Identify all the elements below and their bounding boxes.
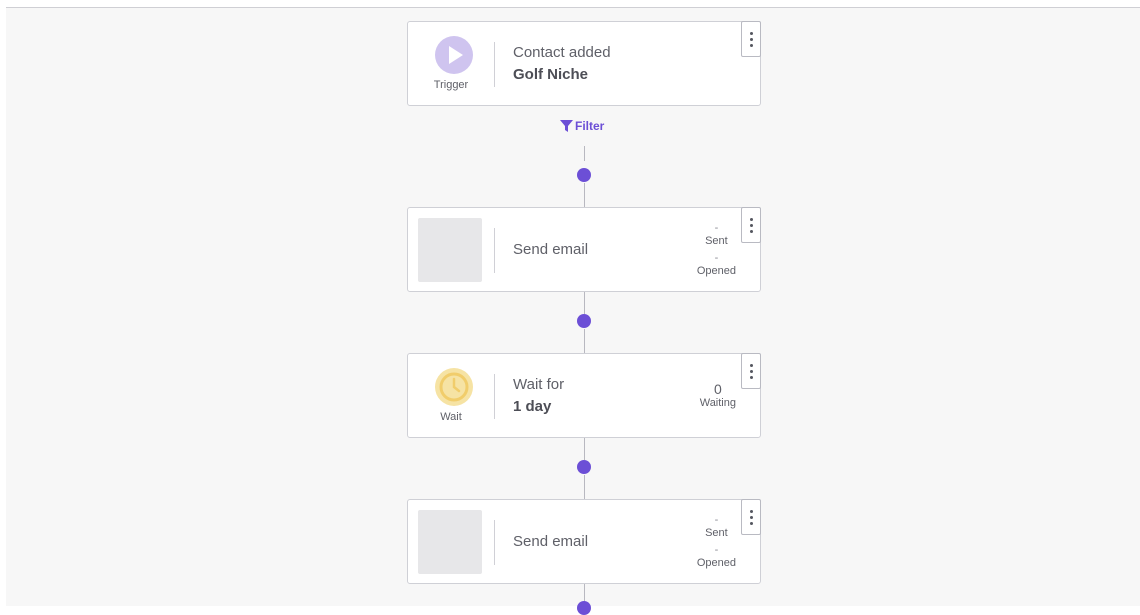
- connector-line: [584, 329, 585, 353]
- add-step-dot[interactable]: [577, 460, 591, 474]
- sent-count: -: [714, 221, 719, 234]
- connector-line: [584, 146, 585, 161]
- step-menu-button[interactable]: [741, 499, 761, 535]
- opened-label: Opened: [696, 556, 736, 569]
- filter-label: Filter: [575, 119, 605, 133]
- kebab-dot: [749, 31, 753, 35]
- step-title-block: Wait for 1 day: [513, 354, 564, 437]
- opened-label: Opened: [696, 264, 736, 277]
- trigger-step-card[interactable]: Trigger Contact added Golf Niche: [407, 21, 761, 106]
- kebab-dot: [749, 375, 753, 379]
- email-thumbnail-column: [408, 208, 494, 291]
- connector-line: [584, 183, 585, 207]
- send-email-step-card[interactable]: Send email - Sent - Opened: [407, 207, 761, 292]
- send-email-step-card[interactable]: Send email - Sent - Opened: [407, 499, 761, 584]
- card-divider: [494, 520, 495, 565]
- connector-line: [584, 438, 585, 460]
- wait-icon-label: Wait: [440, 411, 462, 423]
- connector-line: [584, 292, 585, 314]
- sent-label: Sent: [705, 526, 728, 539]
- trigger-event: Contact added: [513, 43, 611, 61]
- kebab-dot: [749, 515, 753, 519]
- wait-stats: 0 Waiting: [700, 354, 736, 437]
- email-thumbnail: [418, 218, 482, 282]
- wait-icon-column: Wait: [408, 354, 494, 437]
- play-icon: [435, 36, 473, 74]
- waiting-label: Waiting: [699, 396, 736, 409]
- sent-count: -: [714, 513, 719, 526]
- wait-step-card[interactable]: Wait Wait for 1 day 0 Waiting: [407, 353, 761, 438]
- step-menu-button[interactable]: [741, 21, 761, 57]
- step-action: Send email: [513, 532, 589, 550]
- kebab-dot: [749, 229, 753, 233]
- kebab-dot: [749, 521, 753, 525]
- card-divider: [494, 228, 495, 273]
- opened-count: -: [714, 543, 719, 556]
- email-thumbnail-column: [408, 500, 494, 583]
- wait-duration: 1 day: [513, 397, 552, 415]
- email-stats: - Sent - Opened: [697, 208, 736, 291]
- add-step-dot[interactable]: [577, 314, 591, 328]
- wait-prefix: Wait for: [513, 375, 565, 393]
- step-menu-button[interactable]: [741, 353, 761, 389]
- step-title-block: Send email: [513, 500, 588, 583]
- step-action: Send email: [513, 240, 589, 258]
- kebab-dot: [749, 369, 753, 373]
- kebab-dot: [749, 363, 753, 367]
- trigger-icon-label: Trigger: [433, 79, 469, 91]
- sent-label: Sent: [705, 234, 728, 247]
- kebab-dot: [749, 509, 753, 513]
- kebab-dot: [749, 43, 753, 47]
- kebab-dot: [749, 223, 753, 227]
- email-thumbnail: [418, 510, 482, 574]
- card-divider: [494, 374, 495, 419]
- trigger-icon-column: Trigger: [408, 22, 494, 105]
- trigger-list-name: Golf Niche: [513, 65, 589, 83]
- kebab-dot: [749, 217, 753, 221]
- waiting-count: 0: [713, 380, 722, 397]
- step-title-block: Contact added Golf Niche: [513, 22, 611, 105]
- clock-icon: [435, 368, 473, 406]
- card-divider: [494, 42, 495, 87]
- opened-count: -: [714, 251, 719, 264]
- funnel-icon: [560, 120, 573, 132]
- kebab-dot: [749, 37, 753, 41]
- filter-link[interactable]: Filter: [560, 118, 604, 134]
- email-stats: - Sent - Opened: [697, 500, 736, 583]
- step-menu-button[interactable]: [741, 207, 761, 243]
- add-step-dot[interactable]: [577, 168, 591, 182]
- connector-line: [584, 475, 585, 499]
- add-step-dot[interactable]: [577, 601, 591, 615]
- step-title-block: Send email: [513, 208, 588, 291]
